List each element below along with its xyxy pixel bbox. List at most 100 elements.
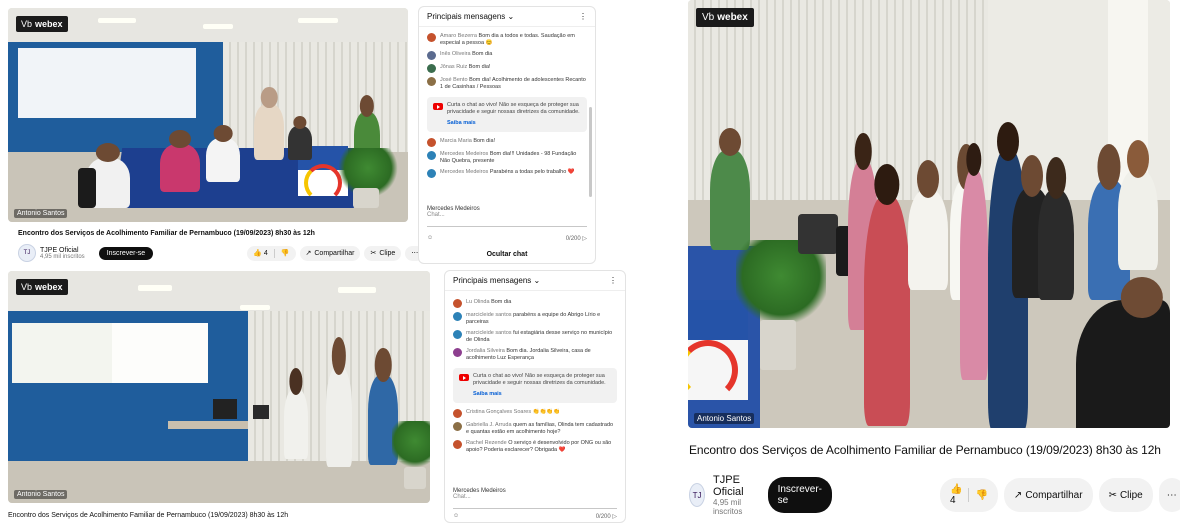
user-avatar[interactable] <box>427 77 436 86</box>
thumbs-down-icon[interactable]: 👎 <box>975 490 987 501</box>
message-body: Rachel Rezende O serviço é desenvolvido … <box>466 440 617 454</box>
kebab-menu-icon[interactable]: ⋮ <box>579 12 587 21</box>
channel-name[interactable]: TJPE Oficial <box>713 474 752 498</box>
chat-message: Mercedes Medeiros Bom dia!!! Unidades - … <box>419 149 595 167</box>
webex-logo-2: Vb webex <box>16 279 68 295</box>
chat-message: Lu Olinda Bom dia <box>445 297 625 310</box>
message-text: Bom dia <box>472 51 493 57</box>
like-button[interactable]: 👍 4 <box>253 249 268 257</box>
channel-row-top-left: TJ TJPE Oficial 4,95 mil inscritos Inscr… <box>18 244 425 262</box>
thumbs-down-icon[interactable]: 👎 <box>281 249 290 257</box>
chat-message: Cristina Gonçalves Soares 👏👏👏👏 <box>445 407 625 420</box>
message-body: marcicleide santos fui estagiária desse … <box>466 330 617 344</box>
speaker-tag-2: Antonio Santos <box>14 490 68 499</box>
webex-logo-3: Vb webex <box>696 8 754 27</box>
chat-mode-dropdown[interactable]: Principais mensagens ⌄ <box>453 276 540 285</box>
message-body: José Bento Bom dia! Acolhimento de adole… <box>440 77 587 91</box>
chat-message: Jordalia Silveira Bom dia. Jordalia Silv… <box>445 346 625 364</box>
user-avatar[interactable] <box>453 312 462 321</box>
more-actions-button[interactable]: ⋯ <box>1158 478 1180 512</box>
emoji-icon[interactable]: ☺ <box>427 235 433 241</box>
chat-scrollbar[interactable] <box>589 107 592 197</box>
share-button[interactable]: ↗ Compartilhar <box>1003 478 1093 512</box>
channel-avatar[interactable]: TJ <box>18 244 36 262</box>
video-player-main[interactable]: Vb webex Antonio Santos <box>688 0 1170 428</box>
video-title-top-left[interactable]: Encontro dos Serviços de Acolhimento Fam… <box>18 230 315 237</box>
message-body: Jônas Ruiz Bom dia! <box>440 64 490 71</box>
chat-input[interactable]: Mercedes Medeiros Chat... <box>453 485 617 509</box>
notice-text: Curta o chat ao vivo! Não se esqueça de … <box>473 373 606 386</box>
hide-chat-button[interactable]: Ocultar chat <box>419 251 595 258</box>
user-avatar[interactable] <box>427 51 436 60</box>
webex-prefix: Vb <box>21 282 33 292</box>
user-avatar[interactable] <box>453 422 462 431</box>
message-body: marcicleide santos parabéns a equipe do … <box>466 312 617 326</box>
notice-learn-more-link[interactable]: Saiba mais <box>473 391 611 398</box>
video-title-main[interactable]: Encontro dos Serviços de Acolhimento Fam… <box>689 443 1161 457</box>
message-author: Amaro Bezerra <box>440 33 477 39</box>
chat-input[interactable]: Mercedes Medeiros Chat... <box>427 203 587 227</box>
chat-message: Jônas Ruiz Bom dia! <box>419 62 595 75</box>
video-player-top-left[interactable]: Vb webex Antonio Santos <box>8 8 408 222</box>
clip-button[interactable]: ✂ Clipe <box>1098 478 1153 512</box>
chat-mode-label: Principais mensagens <box>427 12 506 21</box>
clip-button[interactable]: ✂ Clipe <box>364 245 402 261</box>
message-body: Inês Oliveira Bom dia <box>440 51 492 58</box>
message-text: Parabéns a todas pelo trabalho ❤️ <box>489 169 575 175</box>
char-counter: 0/200 <box>565 235 581 242</box>
message-author: Inês Oliveira <box>440 51 471 57</box>
user-avatar[interactable] <box>453 409 462 418</box>
message-author: marcicleide santos <box>466 312 512 318</box>
share-label: Compartilhar <box>314 249 355 257</box>
message-author: Mercedes Medeiros <box>440 169 489 175</box>
live-chat-top: Principais mensagens ⌄ ⋮ Amaro Bezerra B… <box>418 6 596 264</box>
user-avatar[interactable] <box>453 440 462 449</box>
like-dislike-group: 👍 4 👎 <box>940 478 998 512</box>
message-author: Mercedes Medeiros <box>440 151 489 157</box>
chat-notice: Curta o chat ao vivo! Não se esqueça de … <box>453 368 617 403</box>
webex-logo: Vb webex <box>16 16 68 32</box>
chevron-down-icon: ⌄ <box>507 12 515 21</box>
send-icon[interactable]: ▷ <box>612 514 617 520</box>
subscribe-button[interactable]: Inscrever-se <box>98 246 154 260</box>
chat-message: Amaro Bezerra Bom dia a todos e todas. S… <box>419 31 595 49</box>
message-author: José Bento <box>440 77 468 83</box>
youtube-icon <box>433 103 443 110</box>
message-author: Gabriella J. Arruda <box>466 422 512 428</box>
send-icon[interactable]: ▷ <box>582 236 587 242</box>
chat-message: marcicleide santos fui estagiária desse … <box>445 328 625 346</box>
video-title-bottom-left[interactable]: Encontro dos Serviços de Acolhimento Fam… <box>8 512 288 519</box>
chat-mode-label: Principais mensagens <box>453 276 532 285</box>
webex-brand: webex <box>717 12 748 23</box>
user-avatar[interactable] <box>453 299 462 308</box>
kebab-menu-icon[interactable]: ⋮ <box>609 276 617 285</box>
chat-message: Marcia Maria Bom dia! <box>419 136 595 149</box>
notice-learn-more-link[interactable]: Saiba mais <box>447 120 581 127</box>
video-player-bottom-left[interactable]: Vb webex Antonio Santos <box>8 271 430 503</box>
user-avatar[interactable] <box>427 64 436 73</box>
chat-message: Inês Oliveira Bom dia <box>419 49 595 62</box>
message-author: Cristina Gonçalves Soares <box>466 409 532 415</box>
user-avatar[interactable] <box>427 151 436 160</box>
channel-avatar[interactable]: TJ <box>689 483 706 507</box>
chat-message: Rachel Rezende O serviço é desenvolvido … <box>445 438 625 456</box>
channel-name[interactable]: TJPE Oficial <box>40 247 85 254</box>
chat-header: Principais mensagens ⌄ ⋮ <box>445 271 625 291</box>
subscribe-button[interactable]: Inscrever-se <box>767 477 833 513</box>
share-label: Compartilhar <box>1025 489 1083 501</box>
chat-footer: ☺ 0/200 ▷ <box>445 507 625 522</box>
user-avatar[interactable] <box>427 169 436 178</box>
like-button[interactable]: 👍 4 <box>950 484 962 506</box>
message-body: Amaro Bezerra Bom dia a todos e todas. S… <box>440 33 587 47</box>
chat-message: Mercedes Medeiros Parabéns a todas pelo … <box>419 167 595 180</box>
user-avatar[interactable] <box>453 348 462 357</box>
user-avatar[interactable] <box>453 330 462 339</box>
user-avatar[interactable] <box>427 33 436 42</box>
speaker-tag-3: Antonio Santos <box>694 413 755 424</box>
chat-mode-dropdown[interactable]: Principais mensagens ⌄ <box>427 12 514 21</box>
message-body: Mercedes Medeiros Parabéns a todas pelo … <box>440 169 575 176</box>
emoji-icon[interactable]: ☺ <box>453 513 459 519</box>
user-avatar[interactable] <box>427 138 436 147</box>
share-icon: ↗ <box>1013 489 1023 501</box>
share-button[interactable]: ↗ Compartilhar <box>299 245 361 261</box>
